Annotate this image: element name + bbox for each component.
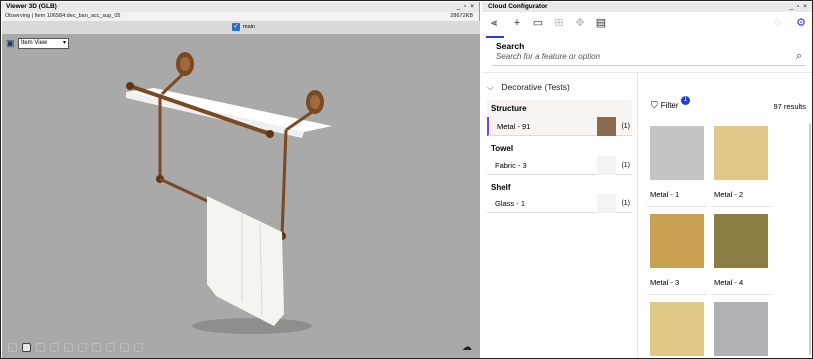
option-towel[interactable]: Fabric - 3 (1) <box>487 156 632 175</box>
cloud-download-icon[interactable]: ☁ <box>462 343 474 353</box>
option-swatch <box>597 156 616 175</box>
card-label: Metal - 2 <box>714 190 744 199</box>
bulb-icon[interactable]: ◌ <box>772 17 784 29</box>
option-count: (1) <box>621 200 630 207</box>
viewer-info-bar: Observing | Item 106584:dec_ban_acc_sup_… <box>2 12 479 21</box>
chevron-down-icon: ⌵ <box>487 82 494 92</box>
option-card[interactable]: Metal - 4 <box>711 211 771 295</box>
card-swatch <box>714 214 768 268</box>
viewer-title: Viewer 3D (GLB) <box>6 3 57 10</box>
3d-scene[interactable]: ▣ Item View ▾ ☁ <box>2 34 480 358</box>
viewer-titlebar: Viewer 3D (GLB) _ ▫ × <box>2 2 479 12</box>
option-card[interactable]: Metal - 2 <box>711 123 771 207</box>
search-icon[interactable]: ⌕ <box>796 50 802 63</box>
light-icon[interactable] <box>92 343 101 352</box>
variant-bar: ✓ main <box>2 21 480 34</box>
card-swatch <box>650 302 704 356</box>
card-swatch <box>714 302 768 356</box>
hierarchy-icon[interactable] <box>106 343 115 352</box>
app-window: Viewer 3D (GLB) _ ▫ × Observing | Item 1… <box>0 0 813 359</box>
active-tab-indicator <box>486 36 504 38</box>
card-label: Metal - 4 <box>714 278 744 287</box>
minus-box-icon[interactable]: ▭ <box>532 17 544 29</box>
section-structure: Structure <box>487 100 632 117</box>
screenshot-icon[interactable] <box>120 343 129 352</box>
configurator-panel: Cloud Configurator _ ▫ × ⫷ + ▭ ⊞ ✥ ▤ ◌ ⚙… <box>482 2 812 358</box>
card-label: Metal - 1 <box>650 190 680 199</box>
configurator-toolbar: ⫷ + ▭ ⊞ ✥ ▤ ◌ ⚙ <box>482 12 812 38</box>
option-count: (1) <box>621 162 630 169</box>
option-label: Fabric - 3 <box>495 161 527 170</box>
features-list: ⌵ Decorative (Tests) Structure Metal - 9… <box>482 73 638 358</box>
gear-icon[interactable]: ⚙ <box>795 17 807 29</box>
option-swatch <box>597 117 616 136</box>
option-label: Glass - 1 <box>495 199 526 208</box>
card-swatch <box>650 214 704 268</box>
section-towel: Towel <box>491 144 514 153</box>
configurator-title: Cloud Configurator <box>488 3 548 10</box>
viewer-toolbar <box>8 343 143 352</box>
option-card[interactable]: Metal - 1 <box>647 123 707 207</box>
move-icon[interactable]: ✥ <box>574 17 586 29</box>
option-swatch <box>597 194 616 213</box>
plus-icon[interactable]: + <box>511 17 523 29</box>
option-shelf[interactable]: Glass - 1 (1) <box>487 194 632 213</box>
card-label: Metal - 3 <box>650 278 680 287</box>
towel-rack-model <box>126 52 332 334</box>
group-header[interactable]: ⌵ Decorative (Tests) <box>487 82 570 93</box>
filter-button[interactable]: ⛉ Filter <box>651 100 679 111</box>
document-icon[interactable] <box>134 343 143 352</box>
frame-icon[interactable] <box>64 343 73 352</box>
card-swatch <box>650 126 704 180</box>
model-shadow <box>192 318 312 334</box>
grid-box-icon[interactable]: ⊞ <box>553 17 565 29</box>
option-card[interactable]: Metal - 3 <box>647 211 707 295</box>
results-count: 97 results <box>773 102 806 111</box>
results-scrollbar[interactable] <box>809 123 811 355</box>
sphere-icon[interactable] <box>36 343 45 352</box>
option-card[interactable] <box>711 299 771 359</box>
option-structure[interactable]: Metal - 91 (1) <box>487 117 632 136</box>
viewer-window-controls[interactable]: _ ▫ × <box>457 2 475 12</box>
camera-icon[interactable] <box>50 343 59 352</box>
palette-icon[interactable] <box>8 343 17 352</box>
grid-icon[interactable] <box>22 343 31 352</box>
configurator-window-controls[interactable]: _ ▫ × <box>790 2 808 12</box>
search-placeholder: Search for a feature or option <box>496 52 601 61</box>
results-panel: ⛉ Filter 1 97 results Metal - 1 Metal - … <box>639 73 812 358</box>
file-size: 28672KB <box>450 13 473 19</box>
configurator-titlebar: Cloud Configurator _ ▫ × <box>482 2 812 12</box>
observing-text: Observing | Item 106584:dec_ban_acc_sup_… <box>5 13 121 19</box>
search-input[interactable]: Search for a feature or option ⌕ <box>492 48 806 66</box>
table-icon[interactable]: ▤ <box>595 17 607 29</box>
features-icon[interactable]: ⫷ <box>488 17 500 29</box>
main-checkbox[interactable]: ✓ <box>232 23 240 31</box>
card-swatch <box>714 126 768 180</box>
main-checkbox-label: main <box>243 24 255 30</box>
focus-icon[interactable] <box>78 343 87 352</box>
towel <box>207 196 284 326</box>
option-label: Metal - 91 <box>497 122 531 131</box>
post-right <box>280 129 288 237</box>
option-count: (1) <box>621 123 630 130</box>
filter-icon: ⛉ <box>651 100 658 110</box>
section-shelf: Shelf <box>491 183 511 192</box>
filter-label: Filter <box>660 101 679 110</box>
filter-count-badge: 1 <box>681 96 690 105</box>
viewer-panel: Viewer 3D (GLB) _ ▫ × Observing | Item 1… <box>2 2 480 358</box>
group-label: Decorative (Tests) <box>501 82 570 92</box>
option-card[interactable] <box>647 299 707 359</box>
